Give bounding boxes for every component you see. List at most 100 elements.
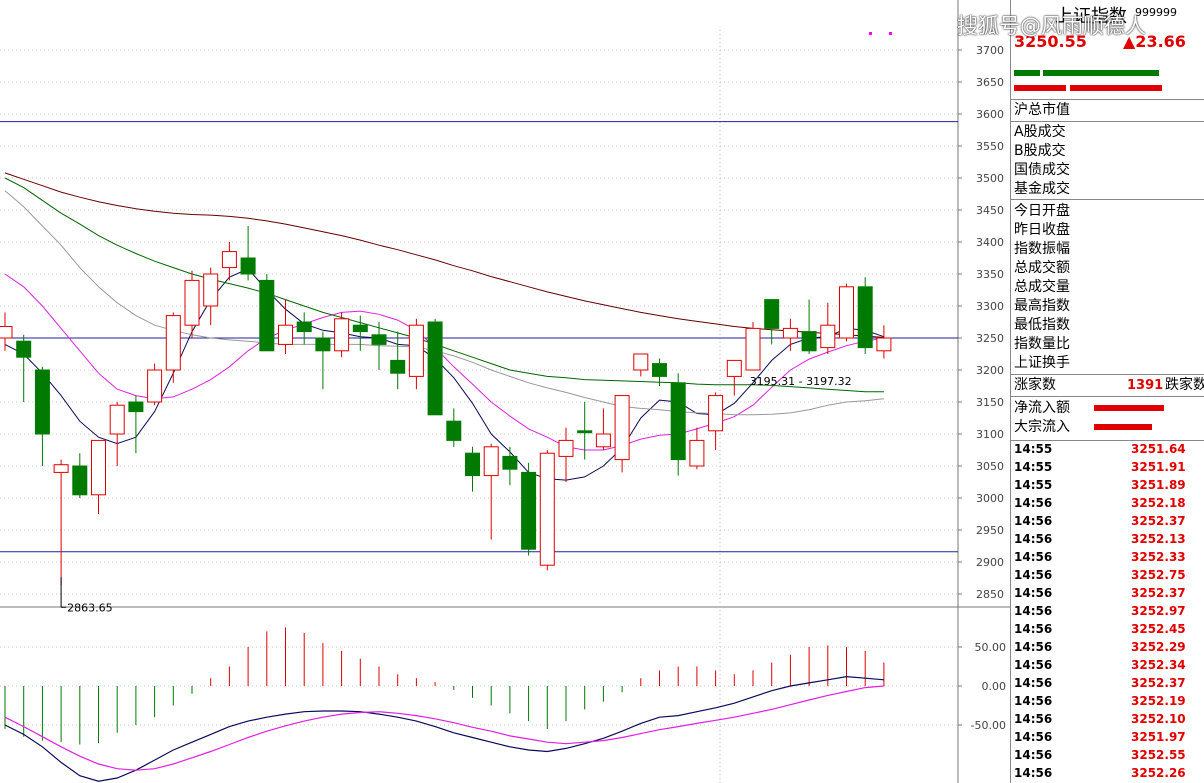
tick-time: 14:56 [1014,730,1053,744]
candle [315,331,331,390]
candle-body [240,257,256,275]
candle [614,395,630,473]
label-a-share-turnover: A股成交 [1014,124,1066,140]
tick-row: 14:56 3251.97 [1011,729,1204,747]
price-tick-label: 3500 [976,172,1004,185]
candle-body [839,286,854,339]
tick-list: 14:55 3251.64 14:55 3251.91 14:55 3251.89 14:5… [1011,441,1204,783]
candle-body [595,433,611,448]
tick-time: 14:56 [1014,712,1053,726]
candle-body [0,325,13,339]
price-tick-label: 2850 [976,588,1004,601]
sell-volume-bar [1070,85,1162,91]
candle-body [16,340,32,358]
tick-value: 3252.29 [1131,640,1186,654]
candle [390,331,406,390]
candle-body [147,369,163,403]
tick-value: 3252.18 [1131,496,1186,510]
buy-volume-bar [1014,70,1040,76]
candle [782,318,798,351]
candle [521,462,537,556]
candle-body [820,324,836,349]
candle-body [483,446,499,477]
price-tick-label: 3150 [976,396,1004,409]
tick-value: 3252.55 [1131,748,1186,762]
candle-body [165,315,181,371]
sell-volume-bar [1014,85,1066,91]
tick-row: 14:56 3252.13 [1011,531,1204,549]
price-tick-label: 3650 [976,76,1004,89]
candles [0,226,892,586]
candle [53,459,69,586]
candle-body [427,321,443,416]
candle-body [708,395,724,432]
tick-value: 3252.75 [1131,568,1186,582]
label-bond-turnover: 国债成交 [1014,162,1070,178]
candle-body [352,324,368,333]
marker-dot [889,32,892,35]
tick-value: 3252.26 [1131,766,1186,780]
tick-time: 14:56 [1014,658,1053,672]
tick-time: 14:56 [1014,532,1053,546]
tick-value: 3251.89 [1131,478,1186,492]
label-total-amount: 总成交额 [1014,260,1070,276]
tick-time: 14:55 [1014,442,1053,456]
label-block-inflow: 大宗流入 [1014,419,1070,435]
tick-time: 14:55 [1014,478,1053,492]
tick-time: 14:56 [1014,748,1053,762]
candle-body [91,439,106,496]
tick-time: 14:55 [1014,460,1053,474]
candle [726,359,742,396]
candle [109,402,125,466]
breadth-section: 涨家数 1391 跌家数 [1011,374,1204,397]
candle [595,408,611,450]
tick-time: 14:56 [1014,550,1053,564]
tick-row: 14:56 3252.18 [1011,495,1204,513]
advancers-value: 1391 [1127,378,1164,393]
candle [801,299,817,354]
candle-body [109,404,125,435]
tick-value: 3252.19 [1131,694,1186,708]
candle [483,443,499,540]
tick-row: 14:56 3252.26 [1011,765,1204,783]
candle [91,439,106,514]
candle-body [278,324,293,345]
candle-body [203,273,219,307]
tick-value: 3252.33 [1131,550,1186,564]
tick-row: 14:56 3252.37 [1011,585,1204,603]
stats-section: 今日开盘 昨日收盘 指数振幅 总成交额 总成交量 最高指数 最低指数 指数量比 … [1011,199,1204,375]
tick-value: 3252.37 [1131,586,1186,600]
flow-section: 净流入额 大宗流入 [1011,396,1204,441]
price-tick-label: 3550 [976,140,1004,153]
tick-time: 14:56 [1014,568,1053,582]
indicator-dif-line [4,675,884,782]
candle-body [315,337,331,352]
candle [278,299,293,354]
candle-body [670,382,686,461]
candle-body [296,321,312,333]
block-inflow-bar [1094,424,1152,430]
tick-row: 14:56 3252.33 [1011,549,1204,567]
label-fund-turnover: 基金成交 [1014,181,1070,197]
tick-row: 14:55 3251.89 [1011,477,1204,495]
tick-value: 3252.97 [1131,604,1186,618]
indicator-tick-label: -50.00 [971,719,1006,732]
candlestick-chart[interactable]: 3700 3650 3600 3550 3500 3450 3400 3350 3300 3250… [0,0,1010,783]
moving-average-line [4,172,884,338]
watermark: 搜狐号@风雨顺德人 [957,14,1146,38]
price-tick-label: 3700 [976,44,1004,57]
price-tick-label: 3050 [976,460,1004,473]
candle [147,363,163,406]
candle-body [614,395,630,461]
indicator-tick-label: 0.00 [982,680,1007,693]
candle-body [801,331,817,352]
label-advancers: 涨家数 [1014,377,1056,393]
candle-body [390,359,406,374]
price-tick-label: 3450 [976,204,1004,217]
price-tick-label: 3100 [976,428,1004,441]
tick-row: 14:56 3252.10 [1011,711,1204,729]
candle [334,312,350,358]
tick-row: 14:56 3252.75 [1011,567,1204,585]
candle [558,427,574,482]
tick-value: 3251.91 [1131,460,1186,474]
